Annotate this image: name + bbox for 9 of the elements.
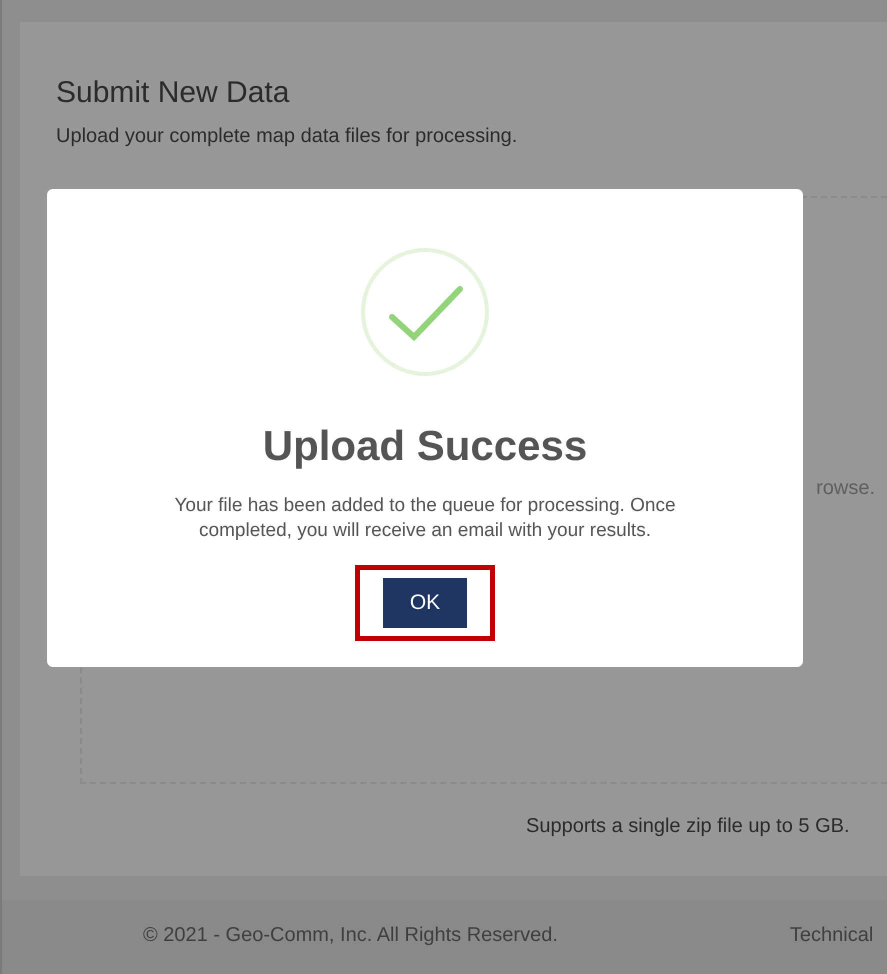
ok-button[interactable]: OK: [383, 578, 467, 628]
page-subtitle: Upload your complete map data files for processing.: [56, 126, 518, 146]
dialog-title: Upload Success: [262, 425, 588, 467]
dropzone-text: rowse.: [816, 476, 875, 500]
checkmark-icon: [360, 247, 490, 377]
page-title: Submit New Data: [56, 78, 290, 108]
copyright-text: © 2021 - Geo-Comm, Inc. All Rights Reserved.: [143, 924, 558, 946]
size-note: Supports a single zip file up to 5 GB.: [525, 816, 850, 836]
dialog-message: Your file has been added to the queue for processing. Once completed, you will receive an email with your results.: [173, 494, 677, 543]
